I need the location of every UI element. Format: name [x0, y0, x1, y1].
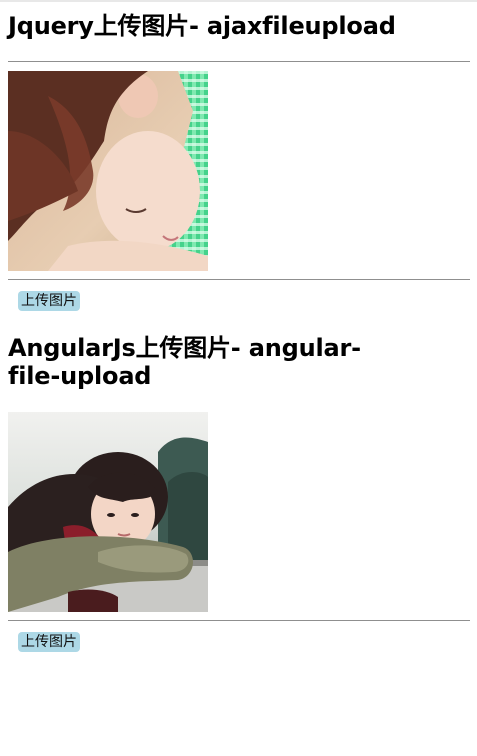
photo-girl-green-shirt [8, 71, 208, 271]
section-title: AngularJs上传图片- angular-file-upload [8, 334, 361, 390]
upload-image-button[interactable]: 上传图片 [18, 291, 80, 311]
upload-image-button[interactable]: 上传图片 [18, 632, 80, 652]
jquery-upload-section: Jquery上传图片- ajaxfileupload [8, 12, 470, 40]
angular-upload-section: AngularJs上传图片- angular-file-upload [8, 334, 408, 390]
divider [8, 61, 470, 62]
divider [8, 620, 470, 621]
top-border [0, 0, 477, 2]
preview-image-2 [8, 412, 208, 612]
photo-girl-dark-hair [8, 412, 208, 612]
section-title: Jquery上传图片- ajaxfileupload [8, 12, 396, 40]
divider [8, 279, 470, 280]
preview-image-1 [8, 71, 208, 271]
